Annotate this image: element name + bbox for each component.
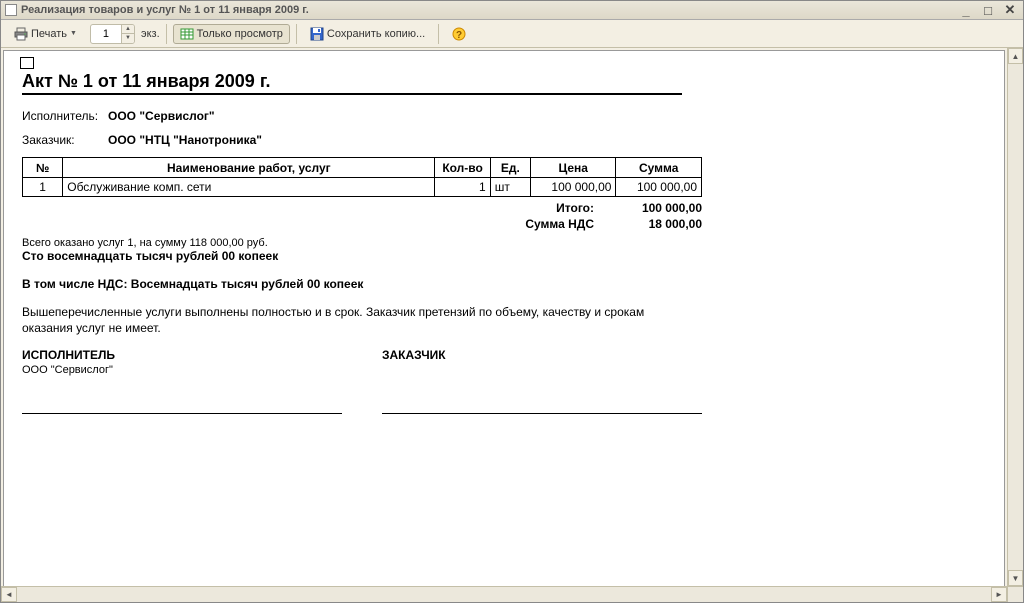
header-num: № [23, 158, 63, 178]
preview-label: Только просмотр [197, 28, 283, 40]
separator [438, 24, 439, 44]
services-table: № Наименование работ, услуг Кол-во Ед. Ц… [22, 157, 702, 197]
print-button[interactable]: Печать ▼ [7, 24, 84, 44]
vertical-scrollbar[interactable]: ▲ ▼ [1007, 48, 1023, 586]
customer-row: Заказчик: ООО "НТЦ "Нанотроника" [22, 133, 986, 147]
help-icon: ? [452, 27, 466, 41]
table-icon [180, 27, 194, 41]
table-header-row: № Наименование работ, услуг Кол-во Ед. Ц… [23, 158, 702, 178]
scroll-right-button[interactable]: ► [991, 587, 1007, 602]
header-qty: Кол-во [435, 158, 490, 178]
vat-value: 18 000,00 [612, 217, 702, 231]
content-area: Акт № 1 от 11 января 2009 г. Исполнитель… [1, 48, 1023, 586]
total-row: Итого: 100 000,00 [22, 201, 702, 215]
cell-price: 100 000,00 [530, 178, 616, 197]
scroll-left-button[interactable]: ◄ [1, 587, 17, 602]
header-price: Цена [530, 158, 616, 178]
copies-input[interactable] [91, 28, 121, 40]
document-title: Акт № 1 от 11 января 2009 г. [22, 71, 682, 95]
close-button[interactable]: ✕ [1001, 2, 1019, 18]
scroll-track[interactable] [1008, 64, 1023, 570]
document-viewport[interactable]: Акт № 1 от 11 января 2009 г. Исполнитель… [1, 48, 1007, 586]
cell-sum: 100 000,00 [616, 178, 702, 197]
executor-row: Исполнитель: ООО "Сервислог" [22, 109, 986, 123]
separator [296, 24, 297, 44]
printer-icon [14, 27, 28, 41]
disclaimer: Вышеперечисленные услуги выполнены полно… [22, 305, 682, 336]
copies-down[interactable]: ▼ [122, 34, 134, 43]
customer-sig-title: ЗАКАЗЧИК [382, 348, 702, 362]
signatures-block: ИСПОЛНИТЕЛЬ ООО "Сервислог" ЗАКАЗЧИК [22, 348, 702, 414]
save-copy-button[interactable]: Сохранить копию... [303, 24, 432, 44]
toolbar: Печать ▼ ▲ ▼ экз. Только просмотр Сохран… [1, 20, 1023, 48]
summary-line: Всего оказано услуг 1, на сумму 118 000,… [22, 237, 986, 249]
executor-sig-company: ООО "Сервислог" [22, 364, 342, 376]
titlebar: Реализация товаров и услуг № 1 от 11 янв… [1, 1, 1023, 20]
vat-label: Сумма НДС [525, 217, 594, 231]
horizontal-scrollbar[interactable]: ◄ ► [1, 587, 1007, 602]
amount-words: Сто восемнадцать тысяч рублей 00 копеек [22, 249, 986, 263]
cell-num: 1 [23, 178, 63, 197]
print-label: Печать [31, 28, 67, 40]
table-row: 1 Обслуживание комп. сети 1 шт 100 000,0… [23, 178, 702, 197]
scroll-track[interactable] [17, 587, 991, 602]
customer-sig-company [382, 364, 702, 376]
customer-label: Заказчик: [22, 133, 108, 147]
scroll-corner [1007, 587, 1023, 602]
document-page: Акт № 1 от 11 января 2009 г. Исполнитель… [3, 50, 1005, 586]
separator [166, 24, 167, 44]
executor-value: ООО "Сервислог" [108, 109, 215, 123]
window-controls: _ □ ✕ [957, 2, 1019, 18]
svg-text:?: ? [456, 30, 462, 41]
cell-name: Обслуживание комп. сети [63, 178, 435, 197]
maximize-button[interactable]: □ [979, 2, 997, 18]
header-sum: Сумма [616, 158, 702, 178]
executor-sig-title: ИСПОЛНИТЕЛЬ [22, 348, 342, 362]
minimize-button[interactable]: _ [957, 2, 975, 18]
bottom-bar: ◄ ► [1, 586, 1023, 602]
customer-value: ООО "НТЦ "Нанотроника" [108, 133, 262, 147]
scroll-down-button[interactable]: ▼ [1008, 570, 1023, 586]
executor-sig-line [22, 378, 342, 414]
total-value: 100 000,00 [612, 201, 702, 215]
save-copy-label: Сохранить копию... [327, 28, 425, 40]
cell-unit: шт [490, 178, 530, 197]
header-name: Наименование работ, услуг [63, 158, 435, 178]
print-preview-window: Реализация товаров и услуг № 1 от 11 янв… [0, 0, 1024, 603]
customer-sig-line [382, 378, 702, 414]
chevron-down-icon: ▼ [70, 30, 77, 37]
header-unit: Ед. [490, 158, 530, 178]
cell-qty: 1 [435, 178, 490, 197]
window-title: Реализация товаров и услуг № 1 от 11 янв… [21, 4, 957, 16]
vat-words: В том числе НДС: Восемнадцать тысяч рубл… [22, 277, 986, 291]
totals-block: Итого: 100 000,00 Сумма НДС 18 000,00 [22, 201, 702, 231]
total-label: Итого: [556, 201, 594, 215]
selection-handle[interactable] [20, 57, 34, 69]
window-icon [5, 4, 17, 16]
preview-only-button[interactable]: Только просмотр [173, 24, 290, 44]
help-button[interactable]: ? [445, 24, 473, 44]
copies-spinner[interactable]: ▲ ▼ [90, 24, 135, 44]
executor-signature: ИСПОЛНИТЕЛЬ ООО "Сервислог" [22, 348, 342, 414]
vat-row: Сумма НДС 18 000,00 [22, 217, 702, 231]
customer-signature: ЗАКАЗЧИК [382, 348, 702, 414]
executor-label: Исполнитель: [22, 109, 108, 123]
scroll-up-button[interactable]: ▲ [1008, 48, 1023, 64]
copies-up[interactable]: ▲ [122, 25, 134, 34]
copies-suffix: экз. [141, 28, 160, 40]
save-icon [310, 27, 324, 41]
